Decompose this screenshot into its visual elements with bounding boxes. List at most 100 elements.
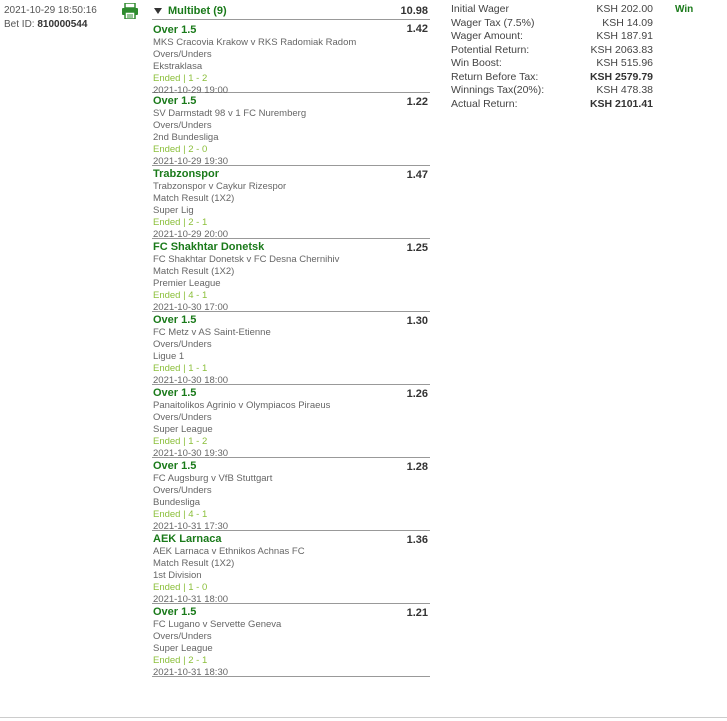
selection-odds: 1.21 [406,607,428,619]
summary-label: Potential Return: [451,43,530,56]
selection-league: Premier League [153,278,221,289]
selection-match: FC Metz v AS Saint-Etienne [153,327,271,338]
summary-label: Win Boost: [451,57,502,69]
summary-row: Wager Tax (7.5%) KSH 14.09 [451,17,653,31]
selection-status: Ended | 2 - 1 [153,217,208,228]
selection-odds: 1.42 [406,23,428,35]
selection-item: Over 1.5 1.22 SV Darmstadt 98 v 1 FC Nurem… [152,93,430,167]
selection-market: Overs/Unders [153,339,212,350]
divider [0,717,727,718]
summary-row: Potential Return: KSH 2063.83 [451,44,653,58]
multibet-header[interactable]: Multibet (9) 10.98 [152,2,430,20]
multibet-total-odds: 10.98 [400,4,428,17]
summary-row: Actual Return: KSH 2101.41 [451,98,653,112]
selection-item: Over 1.5 1.42 MKS Cracovia Krakow v RKS Ra… [152,20,430,96]
multibet-panel: Multibet (9) 10.98 Over 1.5 1.42 MKS Craco… [152,2,430,678]
selection-name: Over 1.5 [153,95,197,107]
summary-value: KSH 2101.41 [589,97,653,110]
selection-match: MKS Cracovia Krakow v RKS Radomiak Radom [153,37,357,48]
selection-status: Ended | 1 - 2 [153,436,208,447]
selection-name: FC Shakhtar Donetsk [153,241,265,253]
summary-label: Wager Tax (7.5%) [451,16,535,29]
selection-status: Ended | 1 - 1 [153,363,208,374]
selection-status: Ended | 1 - 0 [153,582,208,593]
selection-odds: 1.25 [406,242,428,254]
bet-meta: 2021-10-29 18:50:16 Bet ID: 810000544 [4,4,114,32]
selection-status: Ended | 4 - 1 [153,509,208,520]
selection-odds: 1.30 [406,315,428,327]
printer-icon[interactable] [121,2,139,20]
selection-match: AEK Larnaca v Ethnikos Achnas FC [153,546,305,557]
multibet-title[interactable]: Multibet (9) [168,5,227,17]
bet-result-badge: Win [675,4,694,15]
selection-item: Over 1.5 1.28 FC Augsburg v VfB Stuttgart O… [152,458,430,532]
summary-value: KSH 2063.83 [590,43,653,56]
selection-item: Over 1.5 1.26 Panaitolikos Agrinio v Olymp… [152,385,430,459]
selection-market: Match Result (1X2) [153,266,235,277]
selection-match: FC Augsburg v VfB Stuttgart [153,473,273,484]
selection-league: Super League [153,424,213,435]
selection-name: Over 1.5 [153,460,197,472]
selection-date: 2021-10-31 18:30 [153,667,229,678]
bet-id: Bet ID: 810000544 [4,18,114,32]
selection-odds: 1.47 [406,169,428,181]
selection-item: AEK Larnaca 1.36 AEK Larnaca v Ethnikos Ac… [152,531,430,605]
selection-match: FC Shakhtar Donetsk v FC Desna Chernihiv [153,254,340,265]
selection-league: 1st Division [153,570,202,581]
selection-odds: 1.36 [406,534,428,546]
selection-item: FC Shakhtar Donetsk 1.25 FC Shakhtar Donet… [152,239,430,313]
summary-value: KSH 14.09 [602,16,653,29]
selection-name: Over 1.5 [153,314,197,326]
summary-label: Initial Wager [451,3,509,15]
selection-name: Over 1.5 [153,387,197,399]
summary-label: Wager Amount: [451,30,523,42]
selection-name: Trabzonspor [153,168,220,180]
summary-value: KSH 515.96 [596,57,653,69]
selection-market: Overs/Unders [153,120,212,131]
selection-item: Trabzonspor 1.47 Trabzonspor v Caykur Rize… [152,166,430,240]
summary-label: Actual Return: [451,97,518,110]
selection-market: Overs/Unders [153,485,212,496]
summary-label: Winnings Tax(20%): [451,84,545,96]
selection-status: Ended | 4 - 1 [153,290,208,301]
selection-market: Match Result (1X2) [153,193,235,204]
selection-market: Overs/Unders [153,49,212,60]
selection-list: Over 1.5 1.42 MKS Cracovia Krakow v RKS Ra… [152,20,430,678]
summary-row: Wager Amount: KSH 187.91 [451,30,653,44]
selection-name: Over 1.5 [153,606,197,618]
selection-league: Super League [153,643,213,654]
summary-row: Initial Wager KSH 202.00 [451,3,653,17]
selection-odds: 1.28 [406,461,428,473]
selection-match: Panaitolikos Agrinio v Olympiacos Piraeu… [153,400,331,411]
bet-datetime: 2021-10-29 18:50:16 [4,5,97,16]
selection-match: FC Lugano v Servette Geneva [153,619,282,630]
summary-value: KSH 2579.79 [589,70,653,83]
selection-league: Bundesliga [153,497,201,508]
summary-row: Return Before Tax: KSH 2579.79 [451,71,653,85]
selection-league: Ekstraklasa [153,61,203,72]
bet-id-value: 810000544 [37,19,88,30]
selection-market: Match Result (1X2) [153,558,235,569]
selection-item: Over 1.5 1.21 FC Lugano v Servette Geneva O… [152,604,430,678]
selection-status: Ended | 2 - 0 [153,144,208,155]
selection-name: Over 1.5 [153,24,197,36]
selection-status: Ended | 2 - 1 [153,655,208,666]
selection-match: Trabzonspor v Caykur Rizespor [153,181,287,192]
selection-market: Overs/Unders [153,631,212,642]
selection-match: SV Darmstadt 98 v 1 FC Nuremberg [153,108,307,119]
summary-value: KSH 478.38 [596,84,653,96]
summary-row: Winnings Tax(20%): KSH 478.38 [451,84,653,98]
summary-row: Win Boost: KSH 515.96 [451,57,653,71]
caret-down-icon[interactable] [154,7,162,14]
summary-value: KSH 202.00 [596,3,653,15]
selection-market: Overs/Unders [153,412,212,423]
selection-odds: 1.26 [406,388,428,400]
summary-value: KSH 187.91 [596,30,653,42]
summary-label: Return Before Tax: [451,70,539,83]
selection-item: Over 1.5 1.30 FC Metz v AS Saint-Etienne Ov… [152,312,430,386]
selection-league: Super Lig [153,205,194,216]
selection-league: 2nd Bundesliga [153,132,219,143]
selection-status: Ended | 1 - 2 [153,73,208,84]
bet-id-label: Bet ID: [4,19,35,30]
selection-league: Ligue 1 [153,351,185,362]
